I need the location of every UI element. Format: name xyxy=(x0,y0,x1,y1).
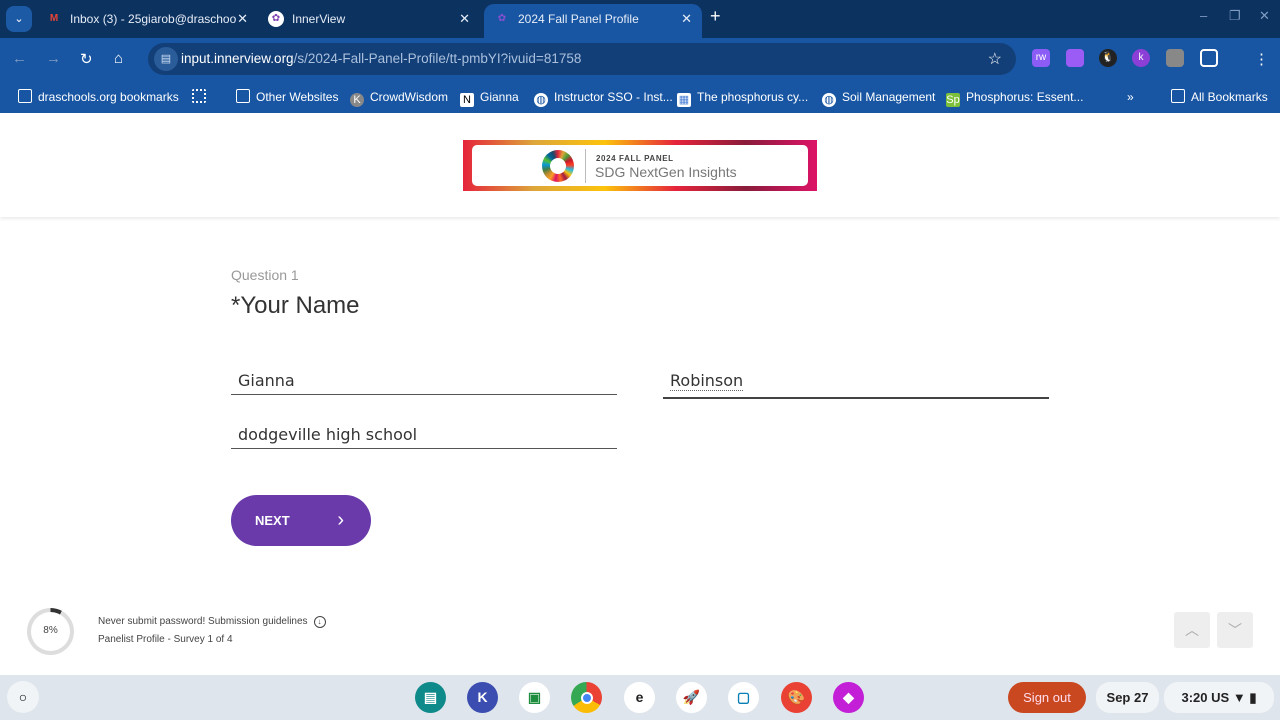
reload-button[interactable]: ↻ xyxy=(80,50,93,68)
canvas-app-icon[interactable]: ◆ xyxy=(833,682,864,713)
chevron-right-icon: › xyxy=(337,509,344,531)
sp-icon: Sp xyxy=(946,93,960,107)
menu-kebab-icon[interactable]: ⋮ xyxy=(1254,50,1269,68)
close-window-button[interactable]: ✕ xyxy=(1259,8,1270,24)
innerview-icon: ✿ xyxy=(268,11,284,27)
tab-bar: ⌄ M Inbox (3) - 25giarob@draschoo ✕ ✿ In… xyxy=(0,0,1280,38)
bookmark-extension-icon[interactable] xyxy=(1066,49,1084,67)
url-host: input.innerview.org xyxy=(181,51,294,66)
bookmark-crowdwisdom[interactable]: K CrowdWisdom xyxy=(350,87,448,107)
chrome-app-icon[interactable] xyxy=(571,682,602,713)
sdg-logo: 2024 FALL PANEL SDG NextGen Insights xyxy=(463,140,817,191)
back-button[interactable]: ← xyxy=(12,50,27,67)
paint-app-icon[interactable]: 🎨 xyxy=(781,682,812,713)
crowdwisdom-icon: K xyxy=(350,93,364,107)
tab-gmail[interactable]: M Inbox (3) - 25giarob@draschoo ✕ xyxy=(36,4,258,38)
rocket-app-icon[interactable]: 🚀 xyxy=(676,682,707,713)
browser-toolbar: ← → ↻ ⌂ ▤ input.innerview.org/s/2024-Fal… xyxy=(0,38,1280,82)
tab-search-button[interactable]: ⌄ xyxy=(6,6,32,32)
close-tab-icon[interactable]: ✕ xyxy=(681,4,692,34)
tab-innerview[interactable]: ✿ InnerView ✕ xyxy=(258,4,480,38)
chromeos-shelf: ○ ▤ K ▣ e 🚀 ▢ 🎨 ◆ Sign out Sep 27 3:20 U… xyxy=(0,675,1280,720)
close-tab-icon[interactable]: ✕ xyxy=(459,4,470,34)
bookmark-instructor-sso[interactable]: ◍ Instructor SSO - Inst... xyxy=(534,87,673,107)
kahoot-app-icon[interactable]: K xyxy=(467,682,498,713)
bookmark-folder-other[interactable]: Other Websites xyxy=(236,87,338,107)
tab-fall-panel-profile[interactable]: ✿ 2024 Fall Panel Profile ✕ xyxy=(484,4,702,38)
download-icon[interactable]: ↓ xyxy=(313,616,326,628)
innerview-icon: ✿ xyxy=(497,13,507,24)
globe-icon: ◍ xyxy=(822,93,836,107)
edpuzzle-app-icon[interactable]: e xyxy=(624,682,655,713)
survey-header: 2024 FALL PANEL SDG NextGen Insights xyxy=(0,113,1280,217)
copy-extension-icon[interactable] xyxy=(1166,49,1184,67)
folder-icon xyxy=(1171,89,1185,103)
battery-icon: ▮ xyxy=(1249,690,1257,705)
doc-icon: ▦ xyxy=(677,93,691,107)
question-title: *Your Name xyxy=(231,292,360,319)
bookmark-gianna[interactable]: N Gianna xyxy=(460,87,519,107)
notion-icon: N xyxy=(460,93,474,107)
globe-icon: ◍ xyxy=(534,93,548,107)
apps-grid-icon[interactable] xyxy=(192,87,212,107)
sdg-wheel-icon xyxy=(542,150,574,182)
wifi-icon: ▼ xyxy=(1232,690,1246,705)
status-tray[interactable]: 3:20 US ▼ ▮ xyxy=(1164,682,1274,713)
kami-extension-icon[interactable]: k xyxy=(1132,49,1150,67)
gmail-icon: M xyxy=(49,13,59,24)
rewordify-extension-icon[interactable]: rw xyxy=(1032,49,1050,67)
bookmark-soil-management[interactable]: ◍ Soil Management xyxy=(822,87,935,107)
restore-button[interactable]: ❐ xyxy=(1229,8,1241,24)
logo-line1: 2024 FALL PANEL xyxy=(596,154,674,163)
extensions-puzzle-icon[interactable] xyxy=(1200,49,1218,67)
home-button[interactable]: ⌂ xyxy=(114,50,123,67)
folder-icon xyxy=(236,89,250,103)
google-classroom-icon[interactable]: ▣ xyxy=(519,682,550,713)
guidelines-link[interactable]: Never submit password! Submission guidel… xyxy=(98,616,326,628)
progress-ring: 8% xyxy=(27,608,74,655)
forward-button[interactable]: → xyxy=(46,50,61,67)
sign-out-button[interactable]: Sign out xyxy=(1008,682,1086,713)
folder-icon xyxy=(18,89,32,103)
bookmark-phosphorus-cycle[interactable]: ▦ The phosphorus cy... xyxy=(677,87,808,107)
last-name-field[interactable]: Robinson xyxy=(663,363,1049,399)
more-bookmarks-button[interactable]: » xyxy=(1127,87,1134,107)
new-tab-button[interactable]: + xyxy=(710,6,721,27)
launcher-button[interactable]: ○ xyxy=(7,681,39,713)
bookmarks-bar: draschools.org bookmarks Other Websites … xyxy=(0,82,1280,113)
bookmark-folder-draschools[interactable]: draschools.org bookmarks xyxy=(18,87,179,107)
survey-label: Panelist Profile - Survey 1 of 4 xyxy=(98,634,233,645)
all-bookmarks-button[interactable]: All Bookmarks xyxy=(1171,87,1268,107)
penguin-extension-icon[interactable]: 🐧 xyxy=(1099,49,1117,67)
next-question-button[interactable]: ﹀ xyxy=(1217,612,1253,648)
classroom-app-icon[interactable]: ▤ xyxy=(415,682,446,713)
close-tab-icon[interactable]: ✕ xyxy=(237,4,248,34)
date-tray[interactable]: Sep 27 xyxy=(1096,682,1159,713)
url-path: /s/2024-Fall-Panel-Profile/tt-pmbYI?ivui… xyxy=(293,51,582,66)
address-bar[interactable]: ▤ input.innerview.org/s/2024-Fall-Panel-… xyxy=(148,43,1016,75)
bookmark-star-icon[interactable]: ☆ xyxy=(988,49,1002,69)
question-number: Question 1 xyxy=(231,267,299,283)
site-info-icon[interactable]: ▤ xyxy=(154,47,178,71)
first-name-field[interactable]: Gianna xyxy=(231,363,617,395)
screencast-app-icon[interactable]: ▢ xyxy=(728,682,759,713)
previous-question-button[interactable]: ︿ xyxy=(1174,612,1210,648)
school-field[interactable]: dodgeville high school xyxy=(231,417,617,449)
logo-line2: SDG NextGen Insights xyxy=(595,164,737,180)
next-button[interactable]: NEXT › xyxy=(231,495,371,546)
bookmark-phosphorus-essentials[interactable]: Sp Phosphorus: Essent... xyxy=(946,87,1083,107)
minimize-button[interactable]: – xyxy=(1200,8,1207,23)
